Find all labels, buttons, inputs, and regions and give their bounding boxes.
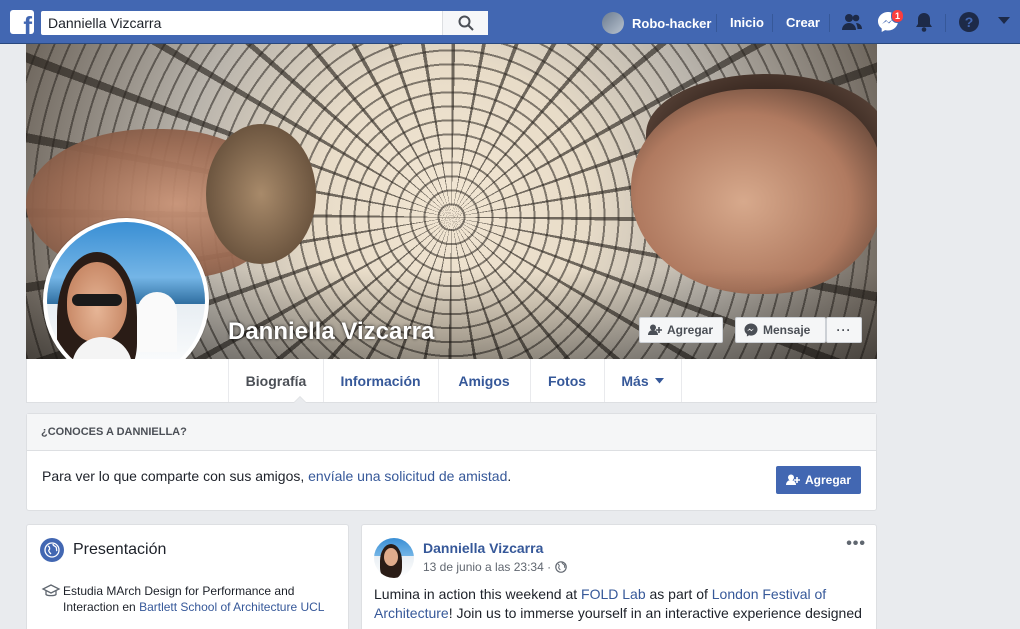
- know-box-header: ¿CONOCES A DANNIELLA?: [27, 414, 876, 451]
- tab-amigos[interactable]: Amigos: [438, 359, 531, 402]
- intro-title: Presentación: [73, 541, 167, 558]
- sunglasses: [72, 294, 122, 306]
- profile-name[interactable]: Danniella Vizcarra: [228, 318, 434, 346]
- intro-card: Presentación Estudia MArch Design for Pe…: [26, 524, 349, 629]
- graduation-cap-icon: [41, 584, 61, 597]
- know-box-text-after: .: [507, 468, 512, 484]
- nav-divider: [945, 14, 946, 32]
- post-more-options-icon[interactable]: •••: [846, 535, 866, 553]
- post-timestamp[interactable]: 13 de junio a las 23:34 ·: [423, 560, 551, 574]
- cover-person-right: [631, 89, 877, 294]
- message-label: Mensaje: [763, 323, 811, 337]
- post-text-part: ! Join us to immerse yourself in an inte…: [448, 605, 862, 621]
- add-friend-icon: [648, 324, 662, 335]
- top-navigation-bar: f Robo-hacker Inicio Crear 1 ?: [0, 0, 1020, 44]
- add-friend-label: Agregar: [804, 473, 851, 487]
- chevron-down-icon: [654, 377, 664, 383]
- nav-divider: [829, 14, 830, 32]
- active-tab-indicator: [293, 396, 307, 403]
- facebook-logo-icon[interactable]: f: [10, 10, 34, 34]
- nav-create-link[interactable]: Crear: [786, 15, 820, 30]
- intro-header: Presentación: [40, 538, 166, 562]
- tab-mas[interactable]: Más: [604, 359, 682, 402]
- message-button[interactable]: Mensaje: [735, 317, 826, 343]
- avatar: [602, 12, 624, 34]
- svg-text:?: ?: [965, 14, 974, 30]
- add-friend-label: Agregar: [667, 323, 714, 337]
- add-friend-button-secondary[interactable]: Agregar: [776, 466, 861, 494]
- nav-home-link[interactable]: Inicio: [730, 15, 764, 30]
- cover-person-left-hair: [206, 124, 316, 264]
- education-item: Estudia MArch Design for Performance and…: [39, 583, 339, 615]
- add-friend-icon: [785, 474, 800, 485]
- know-box-text-before: Para ver lo que comparte con sus amigos,: [42, 468, 309, 484]
- search-input[interactable]: [41, 11, 442, 35]
- profile-tabs: Biografía Información Amigos Fotos Más: [26, 359, 877, 403]
- nav-divider: [772, 14, 773, 32]
- profile-more-button[interactable]: ···: [826, 317, 862, 343]
- messenger-small-icon: [744, 323, 758, 337]
- post-author-avatar[interactable]: [374, 538, 414, 578]
- tab-informacion[interactable]: Información: [323, 359, 439, 402]
- search-icon: [458, 15, 474, 31]
- nav-user-name: Robo-hacker: [632, 15, 712, 31]
- tab-mas-label: Más: [621, 372, 649, 389]
- tab-biografia[interactable]: Biografía: [228, 359, 324, 402]
- messages-badge: 1: [891, 9, 905, 23]
- nav-divider: [716, 14, 717, 32]
- tab-fotos[interactable]: Fotos: [530, 359, 605, 402]
- public-globe-icon: [555, 561, 567, 573]
- know-person-box: ¿CONOCES A DANNIELLA? Para ver lo que co…: [26, 413, 877, 511]
- post-text-part: Lumina in action this weekend at: [374, 586, 582, 602]
- globe-icon: [40, 538, 64, 562]
- post-meta: 13 de junio a las 23:34 ·: [423, 560, 567, 574]
- fold-lab-link[interactable]: FOLD Lab: [581, 586, 646, 602]
- more-options-icon: ···: [836, 323, 852, 337]
- nav-profile-link[interactable]: Robo-hacker: [602, 12, 711, 34]
- post-text-part: as part of: [645, 586, 712, 602]
- know-box-text: Para ver lo que comparte con sus amigos,…: [42, 468, 511, 484]
- friend-requests-icon[interactable]: [841, 11, 863, 33]
- search-bar: [41, 11, 488, 35]
- education-school-link[interactable]: Bartlett School of Architecture UCL: [139, 600, 324, 614]
- account-menu-caret-icon[interactable]: [997, 16, 1011, 26]
- send-friend-request-link[interactable]: envíale una solicitud de amistad: [308, 468, 507, 484]
- notifications-bell-icon[interactable]: [913, 11, 935, 33]
- post-text: Lumina in action this weekend at FOLD La…: [374, 585, 869, 623]
- post-card: Danniella Vizcarra 13 de junio a las 23:…: [361, 524, 877, 629]
- add-friend-button[interactable]: Agregar: [639, 317, 723, 343]
- search-button[interactable]: [442, 11, 488, 35]
- profile-picture-building: [137, 292, 177, 352]
- help-icon[interactable]: ?: [958, 11, 980, 33]
- post-author-name[interactable]: Danniella Vizcarra: [423, 540, 543, 556]
